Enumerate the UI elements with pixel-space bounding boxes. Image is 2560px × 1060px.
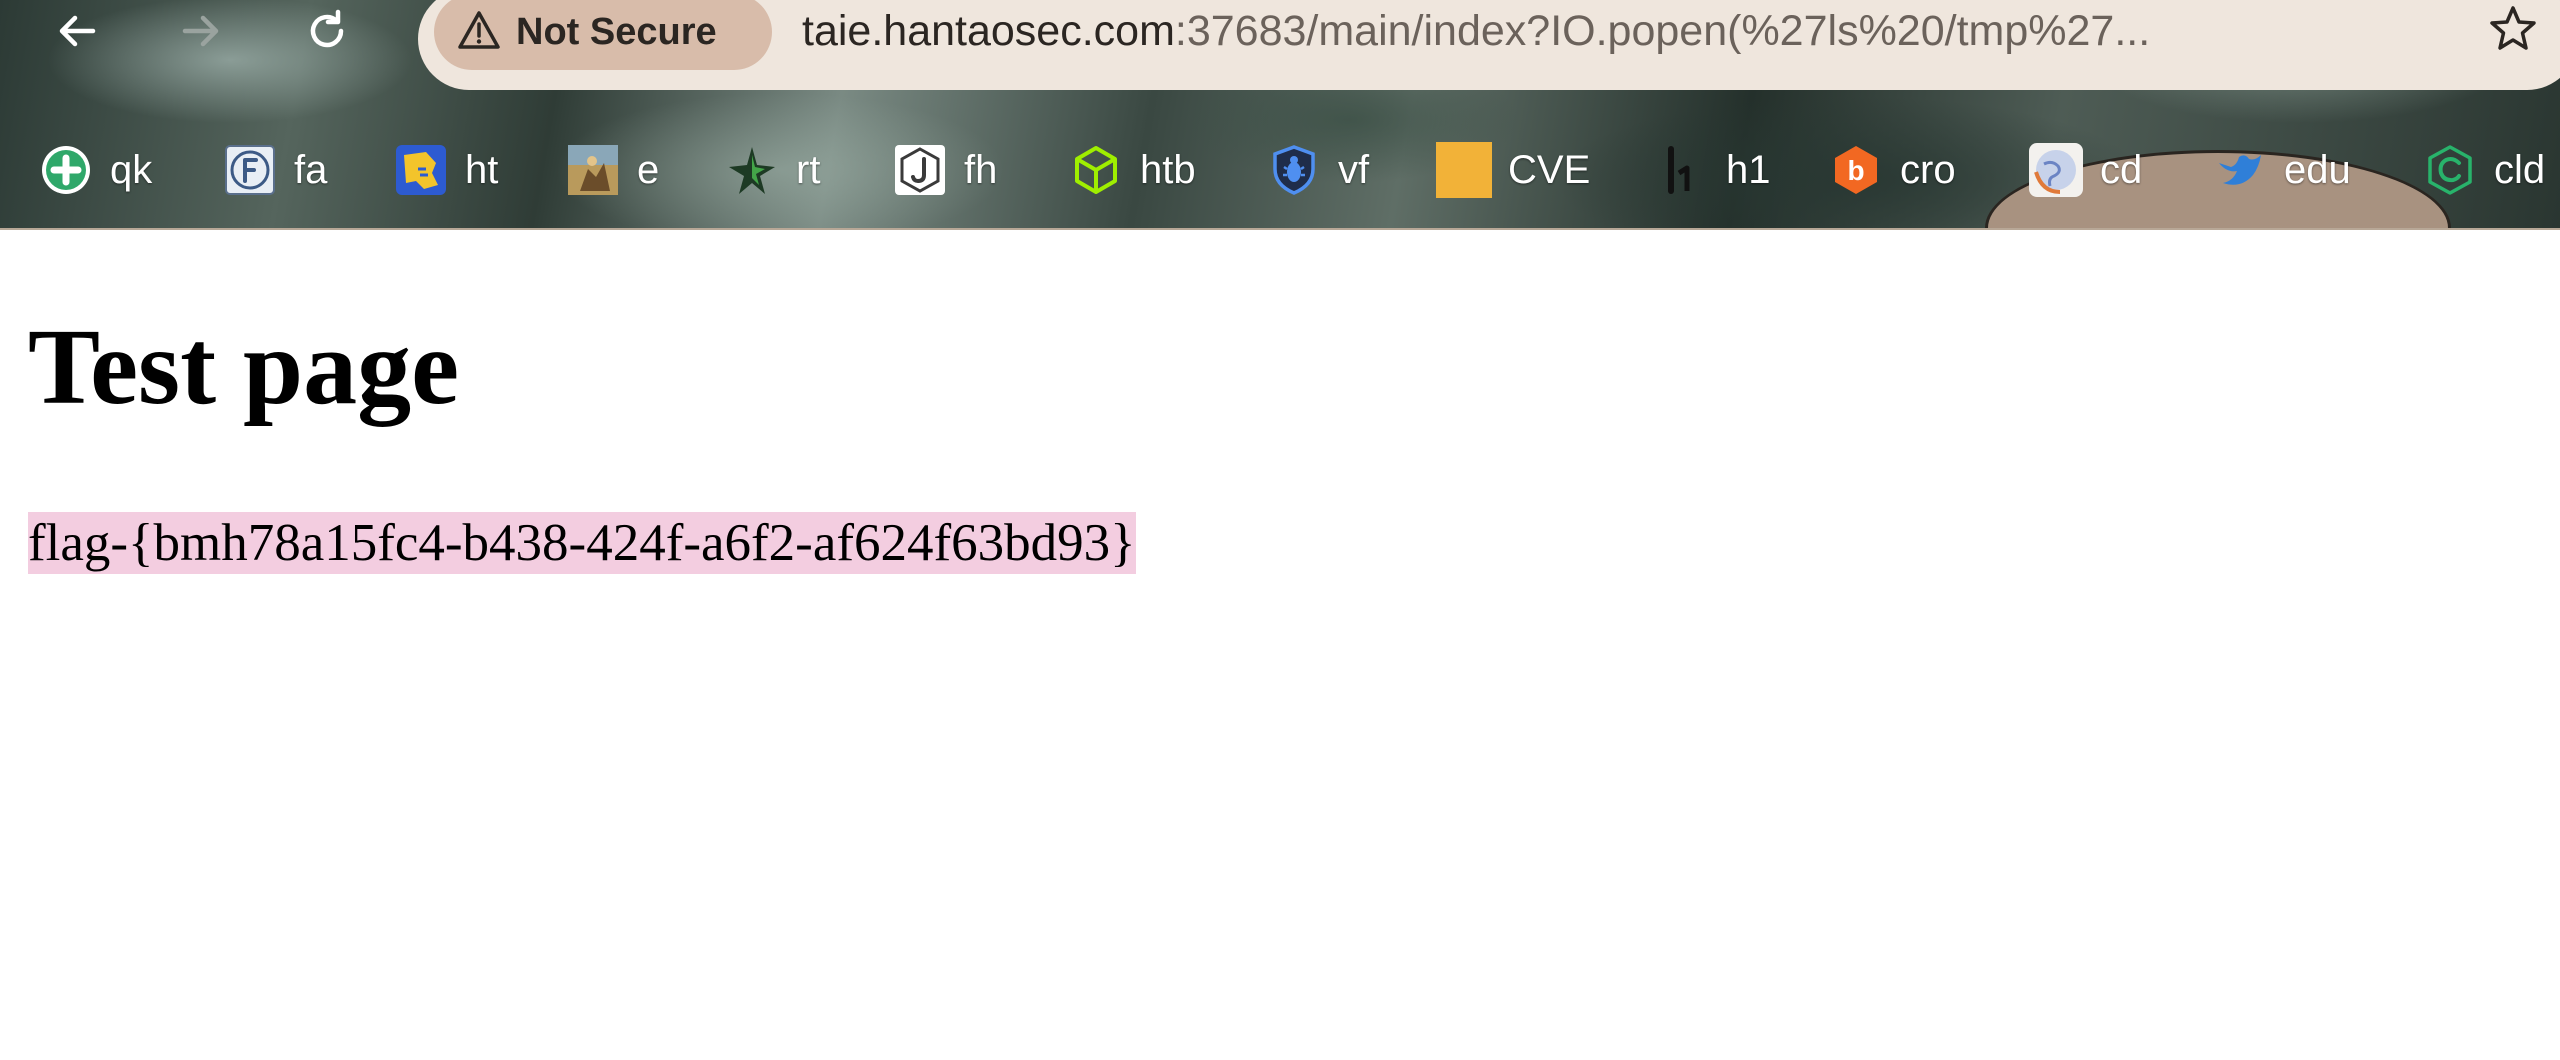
green-star-icon: [724, 142, 780, 198]
green-c-icon: [2422, 142, 2478, 198]
h1-logo-icon: [1654, 142, 1710, 198]
blue-bird-icon: [2212, 142, 2268, 198]
bookmark-cve[interactable]: CVE: [1436, 140, 1590, 200]
url-path: :37683/main/index?IO.popen(%27ls%20/tmp%…: [1174, 7, 2151, 55]
bookmark-label: vf: [1338, 147, 1370, 192]
green-plus-icon: [38, 142, 94, 198]
bookmark-fa[interactable]: fa: [222, 140, 327, 200]
bookmark-label: cro: [1900, 147, 1956, 192]
arrow-right-icon: [177, 7, 225, 55]
game-art-icon: [565, 142, 621, 198]
page-content: Test page flag-{bmh78a15fc4-b438-424f-a6…: [0, 230, 2560, 1060]
bookmark-rt[interactable]: rt: [724, 140, 820, 200]
bookmark-edu[interactable]: edu: [2212, 140, 2351, 200]
bookmark-cd[interactable]: cd: [2028, 140, 2142, 200]
bookmark-h1[interactable]: h1: [1654, 140, 1771, 200]
url-host: taie.hantaosec.com: [802, 7, 1175, 55]
bookmark-e[interactable]: e: [565, 140, 659, 200]
bookmark-qk[interactable]: qk: [38, 140, 152, 200]
bookmark-label: qk: [110, 147, 153, 192]
bookmark-label: h1: [1726, 147, 1771, 192]
bookmark-label: ht: [465, 147, 499, 192]
flag-text: flag-{bmh78a15fc4-b438-424f-a6f2-af624f6…: [28, 512, 1136, 574]
bookmark-htb[interactable]: htb: [1068, 140, 1196, 200]
bookmark-vf[interactable]: vf: [1266, 140, 1369, 200]
globe-icon: [2028, 142, 2084, 198]
bookmark-ht[interactable]: ht: [393, 140, 498, 200]
j-logo-icon: [892, 142, 948, 198]
forward-button[interactable]: [166, 0, 236, 62]
flag-paragraph: flag-{bmh78a15fc4-b438-424f-a6f2-af624f6…: [28, 512, 1136, 574]
bookmark-label: cd: [2100, 147, 2143, 192]
bug-shield-icon: [1266, 142, 1322, 198]
url-text[interactable]: taie.hantaosec.com:37683/main/index?IO.p…: [802, 0, 2150, 62]
star-icon: [2487, 3, 2539, 60]
not-secure-label: Not Secure: [516, 10, 717, 53]
bookmark-star-button[interactable]: [2478, 0, 2548, 62]
page-title: Test page: [28, 308, 460, 427]
fa-logo-icon: [222, 142, 278, 198]
bookmark-cld[interactable]: cld: [2422, 140, 2545, 200]
site-info-chip[interactable]: Not Secure: [434, 0, 772, 70]
reload-icon: [303, 7, 351, 55]
svg-text:b: b: [1847, 155, 1864, 186]
bookmark-label: fa: [294, 147, 328, 192]
bookmark-cro[interactable]: b cro: [1828, 140, 1956, 200]
yellow-map-icon: [393, 142, 449, 198]
browser-chrome: Not Secure taie.hantaosec.com:37683/main…: [0, 0, 2560, 230]
reload-button[interactable]: [292, 0, 362, 62]
orange-b-icon: b: [1828, 142, 1884, 198]
arrow-left-icon: [53, 7, 101, 55]
bookmark-label: cld: [2494, 147, 2546, 192]
bookmark-label: fh: [964, 147, 998, 192]
warning-triangle-icon: [456, 9, 502, 56]
bookmark-label: rt: [796, 147, 821, 192]
bookmark-label: htb: [1140, 147, 1196, 192]
bookmark-label: edu: [2284, 147, 2351, 192]
bookmark-fh[interactable]: fh: [892, 140, 997, 200]
bookmark-label: e: [637, 147, 660, 192]
bookmark-label: CVE: [1508, 147, 1591, 192]
bookmarks-bar: qk fa ht e rt fh htb vf CVE h1 b cro cd …: [0, 140, 2560, 200]
green-cube-icon: [1068, 142, 1124, 198]
orange-square-icon: [1436, 142, 1492, 198]
back-button[interactable]: [42, 0, 112, 62]
